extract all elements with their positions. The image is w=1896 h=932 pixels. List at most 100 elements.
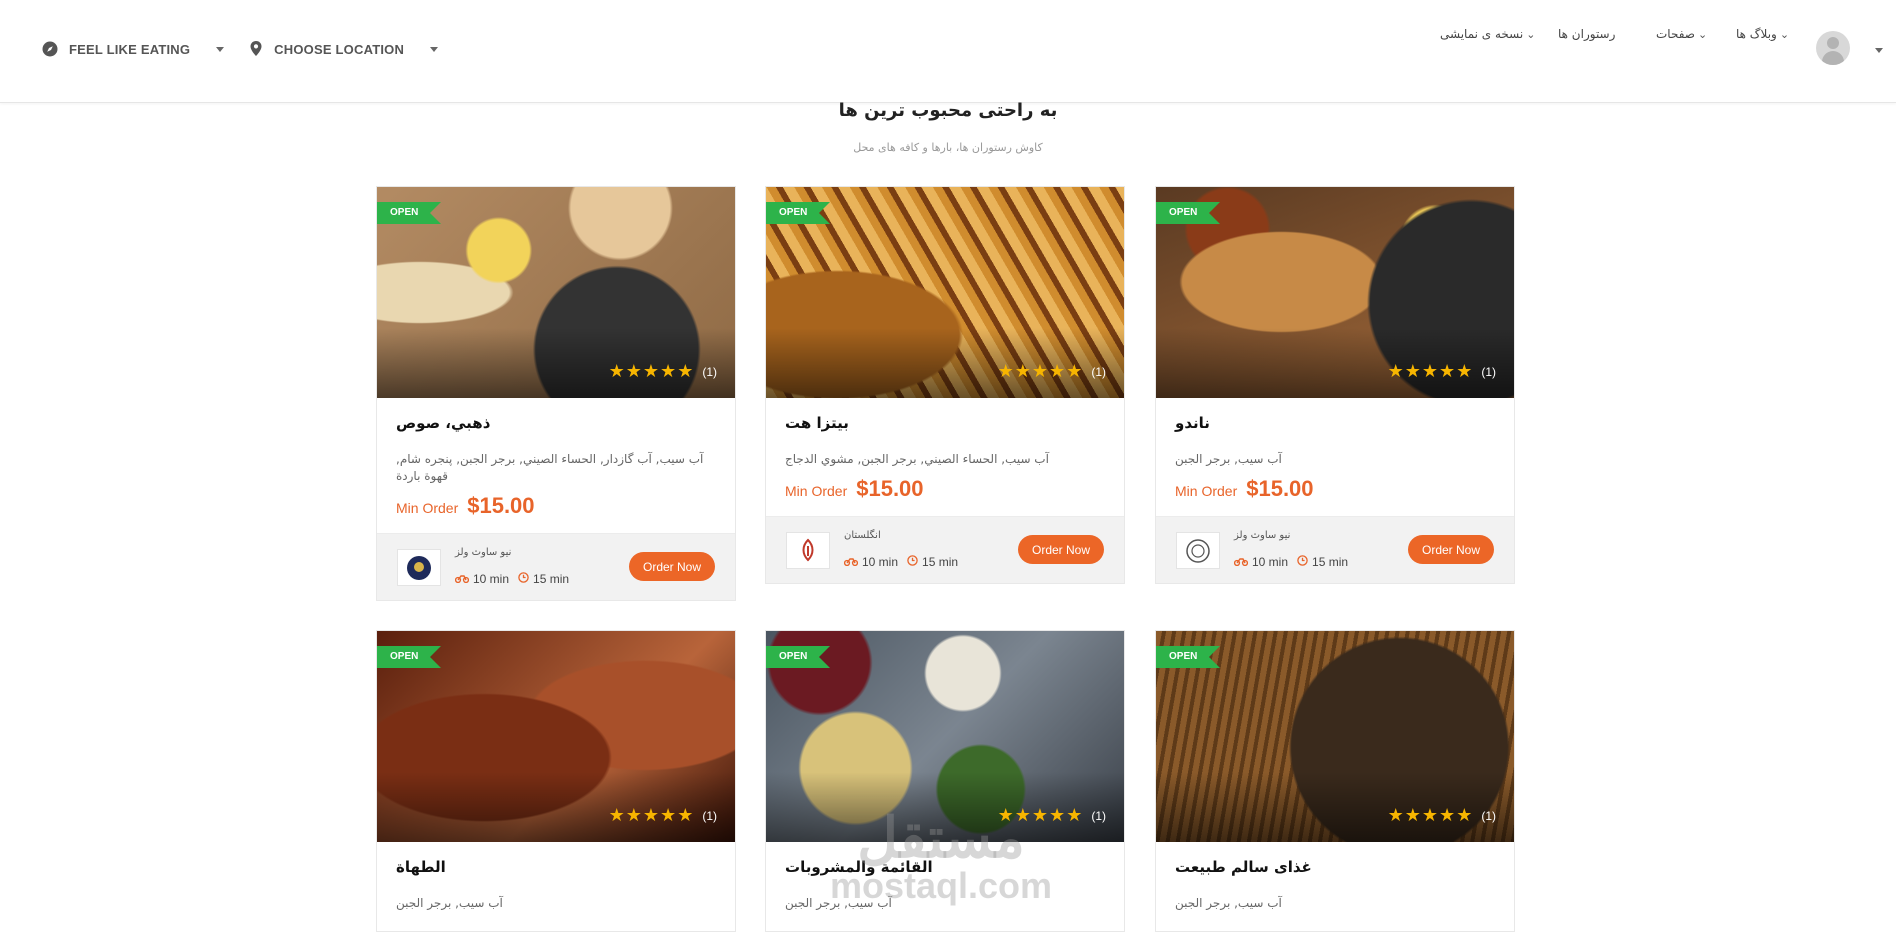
restaurant-name[interactable]: غذای سالم طبیعت — [1175, 858, 1495, 876]
clock-icon — [1297, 555, 1308, 569]
nav-blogs-label: وبلاگ ها — [1736, 27, 1777, 41]
prep-time: 15 min — [922, 555, 959, 569]
restaurant-photo[interactable]: OPEN ★★★★★ (1) — [1156, 187, 1514, 398]
restaurant-card[interactable]: OPEN ★★★★★ (1) ذهبي، صوص آب سيب, آب گازد… — [376, 186, 736, 601]
min-order: Min Order $15.00 — [396, 493, 716, 533]
nav-restaurants[interactable]: رستوران ها — [1558, 27, 1615, 41]
restaurant-logo — [397, 549, 441, 586]
open-badge: OPEN — [1156, 646, 1221, 674]
nav-pages-label: صفحات — [1656, 27, 1695, 41]
cuisine-list: آب سيب, آب گازدار, الحساء الصيني, برجر ا… — [396, 452, 704, 483]
clock-icon — [518, 572, 529, 586]
chevron-down-icon[interactable] — [1875, 48, 1883, 53]
min-order: Min Order $15.00 — [1175, 476, 1495, 516]
open-badge: OPEN — [377, 202, 442, 230]
restaurant-name[interactable]: ناندو — [1175, 414, 1495, 432]
restaurant-logo — [1176, 532, 1220, 569]
chevron-down-icon: ⌄ — [1779, 27, 1790, 41]
motorbike-icon — [454, 572, 470, 586]
star-rating-icon: ★★★★★ — [1387, 361, 1474, 382]
min-order-label: Min Order — [1175, 483, 1238, 499]
watermark-latin: mostaql.com — [830, 865, 1053, 906]
rating: ★★★★★ (1) — [998, 361, 1106, 382]
choose-location-dropdown[interactable]: CHOOSE LOCATION — [250, 41, 439, 57]
cuisine-list: آب سيب, برجر الجبن — [1175, 452, 1282, 466]
order-now-button[interactable]: Order Now — [1408, 535, 1494, 564]
rating-count: (1) — [1481, 808, 1496, 823]
restaurant-name[interactable]: بيتزا هت — [785, 414, 1105, 432]
star-rating-icon: ★★★★★ — [997, 361, 1084, 382]
min-order-value: $15.00 — [856, 476, 924, 501]
star-rating-icon: ★★★★★ — [608, 805, 695, 826]
restaurant-card[interactable]: OPEN ★★★★★ (1) غذای سالم طبیعت آب سيب, ب… — [1155, 630, 1515, 932]
card-footer: انگلستان 10 min 15 min Order Now — [766, 516, 1124, 583]
chevron-down-icon: ⌄ — [1526, 27, 1536, 41]
rating: ★★★★★ (1) — [1388, 361, 1496, 382]
shop-location: نيو ساوث ولز — [1234, 530, 1291, 541]
restaurant-card[interactable]: OPEN ★★★★★ (1) الطهاة آب سيب, برجر الجبن — [376, 630, 736, 932]
rating-count: (1) — [702, 808, 717, 823]
delivery-times: 10 min 15 min — [843, 555, 959, 569]
card-footer: نيو ساوث ولز 10 min 15 min Order Now — [377, 533, 735, 600]
star-rating-icon: ★★★★★ — [608, 361, 695, 382]
motorbike-icon — [1233, 555, 1249, 569]
restaurant-name[interactable]: ذهبي، صوص — [396, 414, 716, 432]
nav-blogs[interactable]: وبلاگ ها ⌄ — [1736, 27, 1789, 41]
chevron-down-icon — [216, 46, 225, 52]
rating-count: (1) — [1091, 808, 1106, 823]
section-title: به راحتی محبوب ترین ها — [838, 100, 1058, 121]
delivery-time: 10 min — [1252, 555, 1289, 569]
header-filters: FEEL LIKE EATING CHOOSE LOCATION — [42, 41, 464, 57]
prep-time: 15 min — [533, 572, 570, 586]
restaurant-photo[interactable]: OPEN ★★★★★ (1) — [766, 187, 1124, 398]
min-order-label: Min Order — [396, 500, 459, 516]
restaurant-card[interactable]: OPEN ★★★★★ (1) ناندو آب سيب, برجر الجبن … — [1155, 186, 1515, 584]
min-order-label: Min Order — [785, 483, 848, 499]
feel-like-eating-dropdown[interactable]: FEEL LIKE EATING — [42, 41, 225, 57]
cuisine-list: آب سيب, برجر الجبن — [396, 896, 503, 910]
user-avatar[interactable] — [1816, 31, 1850, 65]
cuisine-list: آب سيب, الحساء الصيني, برجر الجبن, مشوي … — [785, 452, 1049, 466]
chevron-down-icon: ⌄ — [1697, 27, 1708, 41]
rating: ★★★★★ (1) — [609, 361, 717, 382]
delivery-time: 10 min — [862, 555, 899, 569]
site-header: FEEL LIKE EATING CHOOSE LOCATION نسخه ی … — [0, 0, 1896, 103]
shop-location: انگلستان — [844, 530, 881, 541]
rating: ★★★★★ (1) — [998, 805, 1106, 826]
open-badge: OPEN — [766, 646, 831, 674]
min-order: Min Order $15.00 — [785, 476, 1105, 516]
compass-icon — [42, 41, 58, 57]
restaurant-photo[interactable]: OPEN ★★★★★ (1) — [377, 631, 735, 842]
section-subtitle: کاوش رستوران ها، بارها و کافه های محل — [853, 141, 1043, 154]
nav-demo-label: نسخه ی نمایشی — [1440, 27, 1524, 41]
open-badge: OPEN — [377, 646, 442, 674]
order-now-button[interactable]: Order Now — [629, 552, 715, 581]
feel-like-eating-label: FEEL LIKE EATING — [69, 41, 191, 57]
chevron-down-icon — [430, 46, 439, 52]
restaurant-card[interactable]: OPEN ★★★★★ (1) بيتزا هت آب سيب, الحساء ا… — [765, 186, 1125, 584]
choose-location-label: CHOOSE LOCATION — [274, 41, 405, 57]
rating: ★★★★★ (1) — [1388, 805, 1496, 826]
open-badge: OPEN — [1156, 202, 1221, 230]
delivery-time: 10 min — [473, 572, 510, 586]
location-pin-icon — [250, 41, 266, 57]
nav-pages[interactable]: صفحات ⌄ — [1656, 27, 1707, 41]
motorbike-icon — [843, 555, 859, 569]
nav-demo[interactable]: نسخه ی نمایشی ⌄ — [1440, 27, 1535, 41]
star-rating-icon: ★★★★★ — [997, 805, 1084, 826]
rating-count: (1) — [1091, 364, 1106, 379]
card-footer: نيو ساوث ولز 10 min 15 min Order Now — [1156, 516, 1514, 583]
restaurant-photo[interactable]: OPEN ★★★★★ (1) — [1156, 631, 1514, 842]
rating-count: (1) — [702, 364, 717, 379]
rating: ★★★★★ (1) — [609, 805, 717, 826]
restaurant-photo[interactable]: OPEN ★★★★★ (1) — [377, 187, 735, 398]
open-badge: OPEN — [766, 202, 831, 230]
prep-time: 15 min — [1312, 555, 1349, 569]
min-order-value: $15.00 — [1246, 476, 1314, 501]
order-now-button[interactable]: Order Now — [1018, 535, 1104, 564]
clock-icon — [907, 555, 918, 569]
cuisine-list: آب سيب, برجر الجبن — [1175, 896, 1282, 910]
rating-count: (1) — [1481, 364, 1496, 379]
star-rating-icon: ★★★★★ — [1387, 805, 1474, 826]
restaurant-name[interactable]: الطهاة — [396, 858, 716, 876]
